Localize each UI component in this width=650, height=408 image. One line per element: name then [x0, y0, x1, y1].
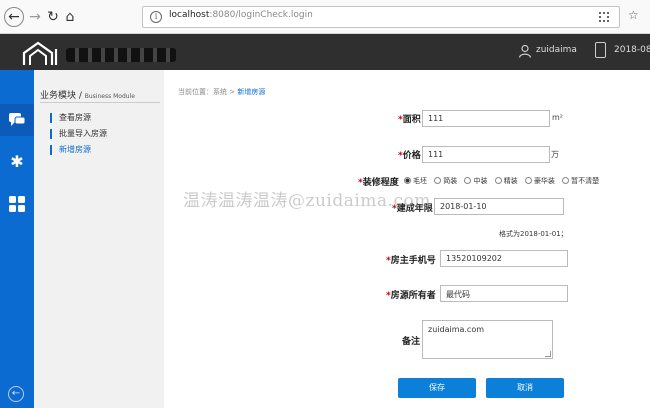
price-unit: 万: [551, 150, 559, 159]
house-logo-icon: [22, 41, 58, 65]
save-button[interactable]: 保存: [398, 378, 476, 398]
address-bar[interactable]: i localhost:8080/loginCheck.login: [142, 6, 620, 28]
gear-icon[interactable]: ✱: [0, 146, 34, 178]
radio-option[interactable]: 精装: [494, 176, 518, 186]
url-text: localhost:8080/loginCheck.login: [169, 10, 313, 20]
radio-button[interactable]: [494, 177, 502, 184]
radio-button[interactable]: [562, 177, 570, 184]
breadcrumb: 当前位置：系统 > 新增房源: [178, 88, 266, 96]
cancel-button[interactable]: 取消: [486, 378, 564, 398]
note-label: 备注: [402, 337, 421, 347]
browser-toolbar: ← → ↻ ⌂ i localhost:8080/loginCheck.logi…: [0, 0, 650, 34]
radio-option[interactable]: 中装: [464, 176, 487, 186]
qr-code-icon[interactable]: [599, 12, 609, 22]
radio-option[interactable]: 毛坯: [404, 176, 427, 186]
owner-label: *房源所有者: [386, 291, 436, 301]
sidebar-title: 业务模块 / Business Module: [40, 91, 135, 101]
year-input[interactable]: 2018-01-10: [434, 198, 564, 215]
user-icon: [518, 44, 532, 58]
phone-label: *房主手机号: [386, 256, 436, 266]
watermark-text: 温涛温涛温涛@zuidaima.com: [183, 191, 431, 211]
phone-icon: [595, 42, 606, 58]
collapse-icon[interactable]: ←: [8, 386, 24, 402]
arrow-left-icon[interactable]: ←: [4, 7, 24, 27]
arrow-right-icon[interactable]: →: [25, 7, 45, 27]
radio-button[interactable]: [434, 177, 442, 184]
sidebar-item-add-listing[interactable]: 新增房源: [50, 145, 91, 155]
price-input[interactable]: 111: [422, 146, 550, 163]
area-input[interactable]: 111: [422, 110, 550, 127]
area-label: *面积: [398, 115, 421, 125]
note-textarea[interactable]: zuidaima.com: [422, 320, 553, 359]
header-date: 2018-08: [614, 45, 650, 55]
radio-option[interactable]: 暂不清楚: [562, 176, 599, 186]
icon-rail: ✱: [0, 70, 34, 408]
year-format-hint: 格式为2018-01-01；: [499, 230, 568, 238]
user-name[interactable]: zuidaima: [536, 45, 577, 55]
radio-option[interactable]: 豪华装: [524, 176, 555, 186]
area-unit: m²: [552, 113, 563, 122]
owner-input[interactable]: 最代码: [440, 285, 568, 302]
sidebar-item-batch-import[interactable]: 批量导入房源: [50, 129, 107, 139]
radio-button[interactable]: [524, 177, 532, 184]
chat-icon[interactable]: [0, 104, 34, 136]
sidebar: 业务模块 / Business Module 查看房源 批量导入房源 新增房源: [34, 70, 164, 408]
home-icon[interactable]: ⌂: [60, 7, 80, 27]
grid-icon[interactable]: [0, 188, 34, 220]
info-icon[interactable]: i: [150, 11, 162, 23]
radio-button[interactable]: [464, 177, 472, 184]
divider: [40, 102, 160, 103]
sidebar-item-view-listings[interactable]: 查看房源: [50, 113, 91, 123]
radio-option[interactable]: 简装: [434, 176, 457, 186]
star-icon[interactable]: ☆: [628, 8, 639, 22]
phone-input[interactable]: 13520109202: [440, 250, 568, 267]
radio-button[interactable]: [404, 177, 411, 184]
decoration-radio-group: 毛坯 简装 中装 精装 豪华装 暂不清楚: [404, 176, 604, 188]
price-label: *价格: [398, 151, 421, 161]
app-logo-text: [66, 48, 176, 62]
